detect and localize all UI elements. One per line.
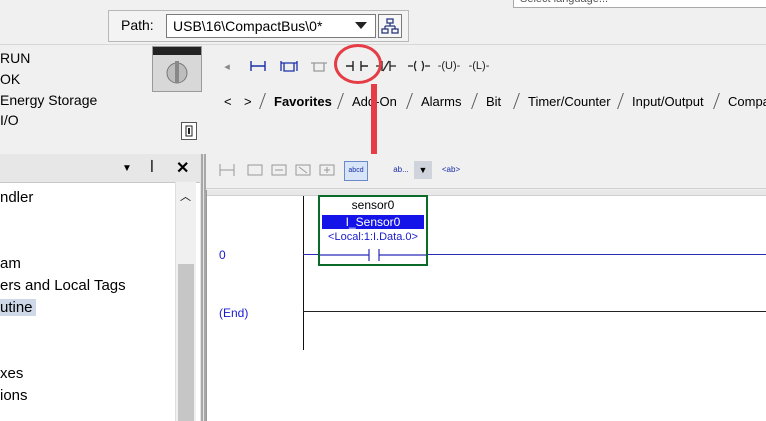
tree-item-parameters-tags[interactable]: ers and Local Tags (0, 277, 126, 294)
ote-icon (408, 60, 430, 72)
cancel-edits-icon[interactable] (294, 162, 312, 178)
edit-rung-icon[interactable] (246, 162, 264, 178)
tab-favorites[interactable]: Favorites (259, 92, 332, 110)
controller-properties-button[interactable] (181, 122, 197, 140)
display-tag-button[interactable]: <ab> (440, 161, 462, 179)
contact-symbol-icon (320, 249, 426, 261)
scroll-left-icon[interactable]: ◂ (220, 55, 234, 77)
xic-instruction[interactable]: sensor0 I_Sensor0 <Local:1:I.Data.0> (318, 195, 428, 266)
tree-item-main-routine[interactable]: utine (0, 299, 36, 316)
controller-organizer: ▼ ꟾ ✕ ndler am ers and Local Tags utine … (0, 154, 201, 421)
verify-icon[interactable] (218, 162, 236, 178)
tree-scrollbar[interactable]: ︿ (175, 182, 196, 421)
branch-level-icon (311, 62, 327, 72)
instruction-tabs: < > Favorites Add-On Alarms Bit Timer/Co… (214, 90, 766, 112)
branch-button[interactable] (278, 55, 300, 77)
instruction-toolbar: ◂ -(U)- -(L)- (214, 47, 766, 89)
operand-tag[interactable]: I_Sensor0 (322, 215, 424, 229)
network-icon (381, 18, 399, 34)
path-label: Path: (121, 17, 154, 33)
operand-alias: <Local:1:I.Data.0> (328, 231, 418, 243)
rung-icon (250, 61, 266, 71)
highlight-circle (334, 44, 382, 84)
chevron-down-icon[interactable] (355, 22, 367, 29)
branch-level-button[interactable] (308, 55, 330, 77)
status-ok: OK (0, 71, 21, 87)
path-value: USB\16\CompactBus\0* (173, 18, 323, 34)
status-energy-storage: Energy Storage (0, 92, 98, 108)
display-operand-button[interactable]: abcd (344, 161, 368, 181)
scrollbar-thumb[interactable] (178, 264, 194, 421)
language-select[interactable]: Select language... (513, 0, 766, 8)
branch-icon (280, 61, 298, 72)
dropdown-arrow-icon[interactable]: ▼ (122, 163, 132, 174)
rung-number[interactable]: 0 (219, 248, 226, 262)
accept-edits-icon[interactable] (270, 162, 288, 178)
tab-scroll-left-icon[interactable]: < (224, 92, 232, 110)
tree-item-axes[interactable]: xes (0, 365, 23, 382)
path-bar: Path: USB\16\CompactBus\0* (108, 10, 409, 42)
tab-input-output[interactable]: Input/Output (617, 92, 704, 110)
tab-scroll-right-icon[interactable]: > (244, 92, 252, 110)
power-rail (303, 196, 304, 350)
status-run: RUN (0, 50, 31, 66)
chevron-down-icon[interactable]: ▼ (414, 161, 432, 179)
pin-icon[interactable]: ꟾ (150, 160, 154, 176)
tab-bit[interactable]: Bit (471, 92, 501, 110)
tab-compare[interactable]: Compa (713, 92, 766, 110)
tab-alarms[interactable]: Alarms (406, 92, 461, 110)
operand-name: sensor0 (351, 198, 395, 212)
otl-button[interactable]: -(L)- (466, 55, 492, 77)
display-description-button[interactable]: ab... (390, 161, 412, 179)
controller-status: RUN OK Energy Storage I/O (0, 44, 206, 152)
browse-network-button[interactable] (378, 14, 402, 38)
organizer-header: ▼ ꟾ ✕ (0, 154, 200, 183)
tree-item-program[interactable]: am (0, 255, 21, 272)
status-io: I/O (0, 112, 19, 128)
rung-button[interactable] (248, 55, 268, 77)
ote-button[interactable] (406, 55, 432, 77)
chevron-up-icon[interactable]: ︿ (180, 188, 191, 204)
end-rung-label[interactable]: (End) (219, 306, 248, 320)
ladder-toolbar: abcd ab... ▼ <ab> (206, 154, 766, 189)
tree-item-definitions[interactable]: ions (0, 387, 28, 404)
close-icon[interactable]: ✕ (176, 158, 189, 178)
ladder-editor: 0 (End) sensor0 I_Sensor0 <Local:1:I.Dat… (206, 190, 766, 421)
otu-button[interactable]: -(U)- (436, 55, 462, 77)
path-combo[interactable]: USB\16\CompactBus\0* (166, 14, 376, 38)
assemble-edits-icon[interactable] (318, 162, 336, 178)
end-rung-line (303, 311, 766, 312)
tree-item-handler[interactable]: ndler (0, 189, 33, 206)
tab-timer-counter[interactable]: Timer/Counter (513, 92, 611, 110)
keyswitch-icon (152, 46, 202, 92)
top-toolbar: Select language... Path: USB\16\CompactB… (0, 0, 766, 45)
